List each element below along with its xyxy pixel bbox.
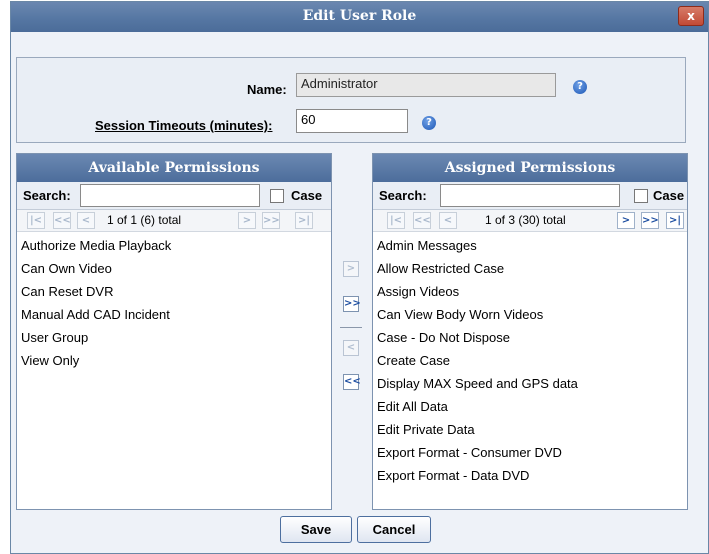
list-item[interactable]: Edit Private Data [376, 419, 687, 442]
save-button[interactable]: Save [280, 516, 352, 543]
available-permissions-header: Available Permissions [17, 154, 331, 182]
available-search-input[interactable] [80, 184, 260, 207]
previous-page-icon[interactable]: < [439, 212, 457, 229]
close-icon[interactable]: x [678, 6, 704, 26]
mover-divider [340, 327, 362, 328]
available-permissions-list: Authorize Media Playback Can Own Video C… [17, 232, 331, 373]
first-page-icon[interactable]: |< [387, 212, 405, 229]
help-icon[interactable]: ? [422, 116, 436, 130]
remove-permission-button[interactable]: < [343, 340, 359, 356]
list-item[interactable]: Authorize Media Playback [20, 235, 331, 258]
search-label: Search: [23, 188, 71, 203]
list-item[interactable]: Allow Restricted Case [376, 258, 687, 281]
add-permission-button[interactable]: > [343, 261, 359, 277]
next-set-icon[interactable]: >> [262, 212, 280, 229]
pager-status: 1 of 3 (30) total [485, 213, 566, 227]
previous-set-icon[interactable]: << [413, 212, 431, 229]
available-case-checkbox[interactable] [270, 189, 284, 203]
session-timeout-input[interactable]: 60 [296, 109, 408, 133]
list-item[interactable]: Can Own Video [20, 258, 331, 281]
list-item[interactable]: Manual Add CAD Incident [20, 304, 331, 327]
list-item[interactable]: Display MAX Speed and GPS data [376, 373, 687, 396]
list-item[interactable]: Create Case [376, 350, 687, 373]
list-item[interactable]: Can View Body Worn Videos [376, 304, 687, 327]
assigned-search-row: Search: Case [373, 182, 687, 210]
list-item[interactable]: User Group [20, 327, 331, 350]
available-search-row: Search: Case [17, 182, 331, 210]
case-label: Case [291, 188, 323, 203]
add-all-permissions-button[interactable]: >> [343, 296, 361, 312]
assigned-permissions-panel: Assigned Permissions Search: Case |< << … [372, 153, 688, 510]
assigned-permissions-list: Admin Messages Allow Restricted Case Ass… [373, 232, 687, 488]
available-pager: |< << < 1 of 1 (6) total > >> >| [17, 210, 331, 232]
assigned-permissions-header: Assigned Permissions [373, 154, 687, 182]
next-page-icon[interactable]: > [617, 212, 635, 229]
list-item[interactable]: Export Format - Consumer DVD [376, 442, 687, 465]
dialog-title-bar: Edit User Role [11, 2, 708, 32]
list-item[interactable]: Case - Do Not Dispose [376, 327, 687, 350]
help-icon[interactable]: ? [573, 80, 587, 94]
list-item[interactable]: Assign Videos [376, 281, 687, 304]
list-item[interactable]: View Only [20, 350, 331, 373]
assigned-case-checkbox[interactable] [634, 189, 648, 203]
list-item[interactable]: Admin Messages [376, 235, 687, 258]
role-settings-panel: Name: Administrator ? Session Timeouts (… [16, 57, 686, 143]
name-field[interactable]: Administrator [296, 73, 556, 97]
list-item[interactable]: Can Reset DVR [20, 281, 331, 304]
next-page-icon[interactable]: > [238, 212, 256, 229]
session-timeout-label: Session Timeouts (minutes): [95, 118, 273, 133]
name-label: Name: [247, 82, 287, 97]
list-item[interactable]: Edit All Data [376, 396, 687, 419]
pager-status: 1 of 1 (6) total [107, 213, 182, 227]
last-page-icon[interactable]: >| [295, 212, 313, 229]
previous-set-icon[interactable]: << [53, 212, 71, 229]
cancel-button[interactable]: Cancel [357, 516, 431, 543]
assigned-search-input[interactable] [440, 184, 620, 207]
assigned-pager: |< << < 1 of 3 (30) total > >> >| [373, 210, 687, 232]
previous-page-icon[interactable]: < [77, 212, 95, 229]
remove-all-permissions-button[interactable]: << [343, 374, 361, 390]
case-label: Case [653, 188, 685, 203]
last-page-icon[interactable]: >| [666, 212, 684, 229]
available-permissions-panel: Available Permissions Search: Case |< <<… [16, 153, 332, 510]
first-page-icon[interactable]: |< [27, 212, 45, 229]
dialog-title: Edit User Role [302, 8, 417, 24]
search-label: Search: [379, 188, 427, 203]
list-item[interactable]: Export Format - Data DVD [376, 465, 687, 488]
next-set-icon[interactable]: >> [641, 212, 659, 229]
